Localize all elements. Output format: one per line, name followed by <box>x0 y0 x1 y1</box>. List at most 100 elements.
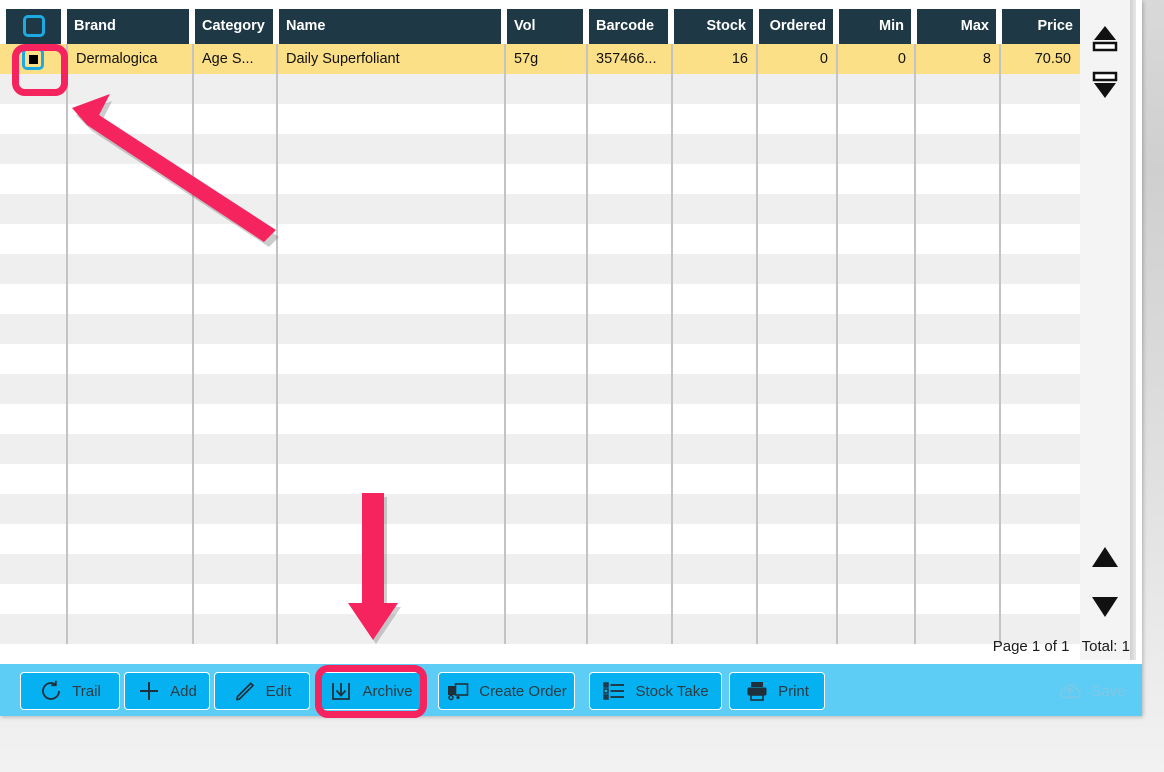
column-separator <box>276 44 278 644</box>
scroll-to-bottom-icon <box>1092 71 1118 98</box>
cell-barcode: 357466... <box>596 51 657 67</box>
add-button[interactable]: Add <box>124 672 210 710</box>
table-row[interactable] <box>0 524 1080 554</box>
column-separator <box>671 44 673 644</box>
cell-vol: 57g <box>514 51 539 67</box>
column-header-barcode[interactable]: Barcode <box>589 9 668 44</box>
table-row[interactable] <box>0 164 1080 194</box>
trail-button[interactable]: Trail <box>20 672 120 710</box>
row-checkbox-icon[interactable] <box>22 48 44 70</box>
triangle-up-icon <box>1092 547 1118 567</box>
column-header-stock-label: Stock <box>706 18 747 34</box>
column-separator <box>586 44 588 644</box>
cell-category: Age S... <box>202 51 254 67</box>
column-header-category[interactable]: Category <box>195 9 273 44</box>
app-root: Brand Category Name Vol Barcode Stock Or… <box>0 0 1164 772</box>
column-header-brand-label: Brand <box>74 18 116 34</box>
history-icon <box>42 680 61 700</box>
archive-button[interactable]: Archive <box>318 672 424 710</box>
table-row[interactable] <box>0 134 1080 164</box>
cell-min: 0 <box>897 51 906 67</box>
table-row[interactable] <box>0 554 1080 584</box>
table-header-row: Brand Category Name Vol Barcode Stock Or… <box>0 0 1080 44</box>
checklist-icon <box>603 682 625 700</box>
column-header-min[interactable]: Min <box>839 9 911 44</box>
table-row[interactable] <box>0 584 1080 614</box>
scroll-up-button[interactable] <box>1080 543 1130 576</box>
table-row[interactable] <box>0 314 1080 344</box>
triangle-down-icon <box>1092 597 1118 617</box>
cell-brand: Dermalogica <box>76 51 158 67</box>
scroll-nav-strip <box>1080 0 1136 660</box>
archive-icon-wrap <box>329 679 353 703</box>
column-separator <box>914 44 916 644</box>
scroll-to-top-button[interactable] <box>1080 24 1130 59</box>
print-button[interactable]: Print <box>729 672 825 710</box>
table-row[interactable] <box>0 614 1080 644</box>
checklist-icon-wrap <box>602 679 626 703</box>
printer-icon-wrap <box>745 679 769 703</box>
save-label: Save <box>1091 682 1126 700</box>
column-header-vol[interactable]: Vol <box>507 9 583 44</box>
table-row[interactable] <box>0 74 1080 104</box>
plus-icon <box>140 682 159 700</box>
create-order-label: Create Order <box>479 682 567 700</box>
bottom-toolbar: Trail Add Edit Archive Create Order Stock Tak… <box>0 664 1142 716</box>
create-order-button[interactable]: Create Order <box>438 672 575 710</box>
history-icon-wrap <box>39 679 63 703</box>
add-label: Add <box>170 682 197 700</box>
stock-take-button[interactable]: Stock Take <box>589 672 722 710</box>
table-row[interactable] <box>0 434 1080 464</box>
pagination-info: Page 1 of 1 Total: 1 <box>985 638 1130 655</box>
column-header-name[interactable]: Name <box>279 9 501 44</box>
table-row[interactable] <box>0 194 1080 224</box>
column-header-brand[interactable]: Brand <box>67 9 189 44</box>
table-row[interactable] <box>0 344 1080 374</box>
archive-icon <box>332 683 351 700</box>
column-header-ordered-label: Ordered <box>769 18 826 34</box>
printer-icon <box>747 682 767 701</box>
checkbox-checked-mark <box>28 55 38 64</box>
total-label: Total: 1 <box>1081 638 1130 655</box>
scroll-to-bottom-button[interactable] <box>1080 70 1130 105</box>
cell-price: 70.50 <box>1034 51 1071 67</box>
inventory-panel: Brand Category Name Vol Barcode Stock Or… <box>0 0 1142 716</box>
truck-icon <box>448 683 469 701</box>
page-label: Page 1 of 1 <box>992 638 1070 655</box>
column-separator <box>504 44 506 644</box>
column-header-name-label: Name <box>286 18 326 34</box>
cloud-upload-icon-wrap <box>1058 679 1082 703</box>
scroll-down-button[interactable] <box>1080 593 1130 626</box>
cell-ordered: 0 <box>819 51 828 67</box>
table-row[interactable] <box>0 104 1080 134</box>
save-button: Save <box>1042 672 1142 710</box>
column-header-price[interactable]: Price <box>1002 9 1080 44</box>
table-row[interactable] <box>0 464 1080 494</box>
column-header-price-label: Price <box>1037 18 1073 34</box>
table-row[interactable] <box>0 494 1080 524</box>
column-header-checkbox[interactable] <box>6 9 61 44</box>
edit-button[interactable]: Edit <box>214 672 310 710</box>
column-separator <box>756 44 758 644</box>
table-row[interactable] <box>0 404 1080 434</box>
column-separator <box>999 44 1001 644</box>
cell-name: Daily Superfoliant <box>286 51 400 67</box>
table-row[interactable] <box>0 224 1080 254</box>
table-row[interactable] <box>0 284 1080 314</box>
column-header-barcode-label: Barcode <box>596 18 655 34</box>
column-header-category-label: Category <box>202 18 265 34</box>
column-header-max-label: Max <box>960 18 989 34</box>
select-all-checkbox-icon[interactable] <box>22 15 45 37</box>
table-row[interactable] <box>0 374 1080 404</box>
cell-max: 8 <box>982 51 991 67</box>
column-separator <box>66 44 68 644</box>
table-row[interactable]: Dermalogica Age S... Daily Superfoliant 57g… <box>0 44 1080 74</box>
column-header-stock[interactable]: Stock <box>674 9 753 44</box>
table-row[interactable] <box>0 254 1080 284</box>
cell-stock: 16 <box>731 51 748 67</box>
inventory-table: Brand Category Name Vol Barcode Stock Or… <box>0 0 1080 660</box>
column-header-ordered[interactable]: Ordered <box>759 9 833 44</box>
cloud-upload-icon <box>1060 684 1082 699</box>
pencil-icon <box>235 682 254 701</box>
column-header-max[interactable]: Max <box>917 9 996 44</box>
